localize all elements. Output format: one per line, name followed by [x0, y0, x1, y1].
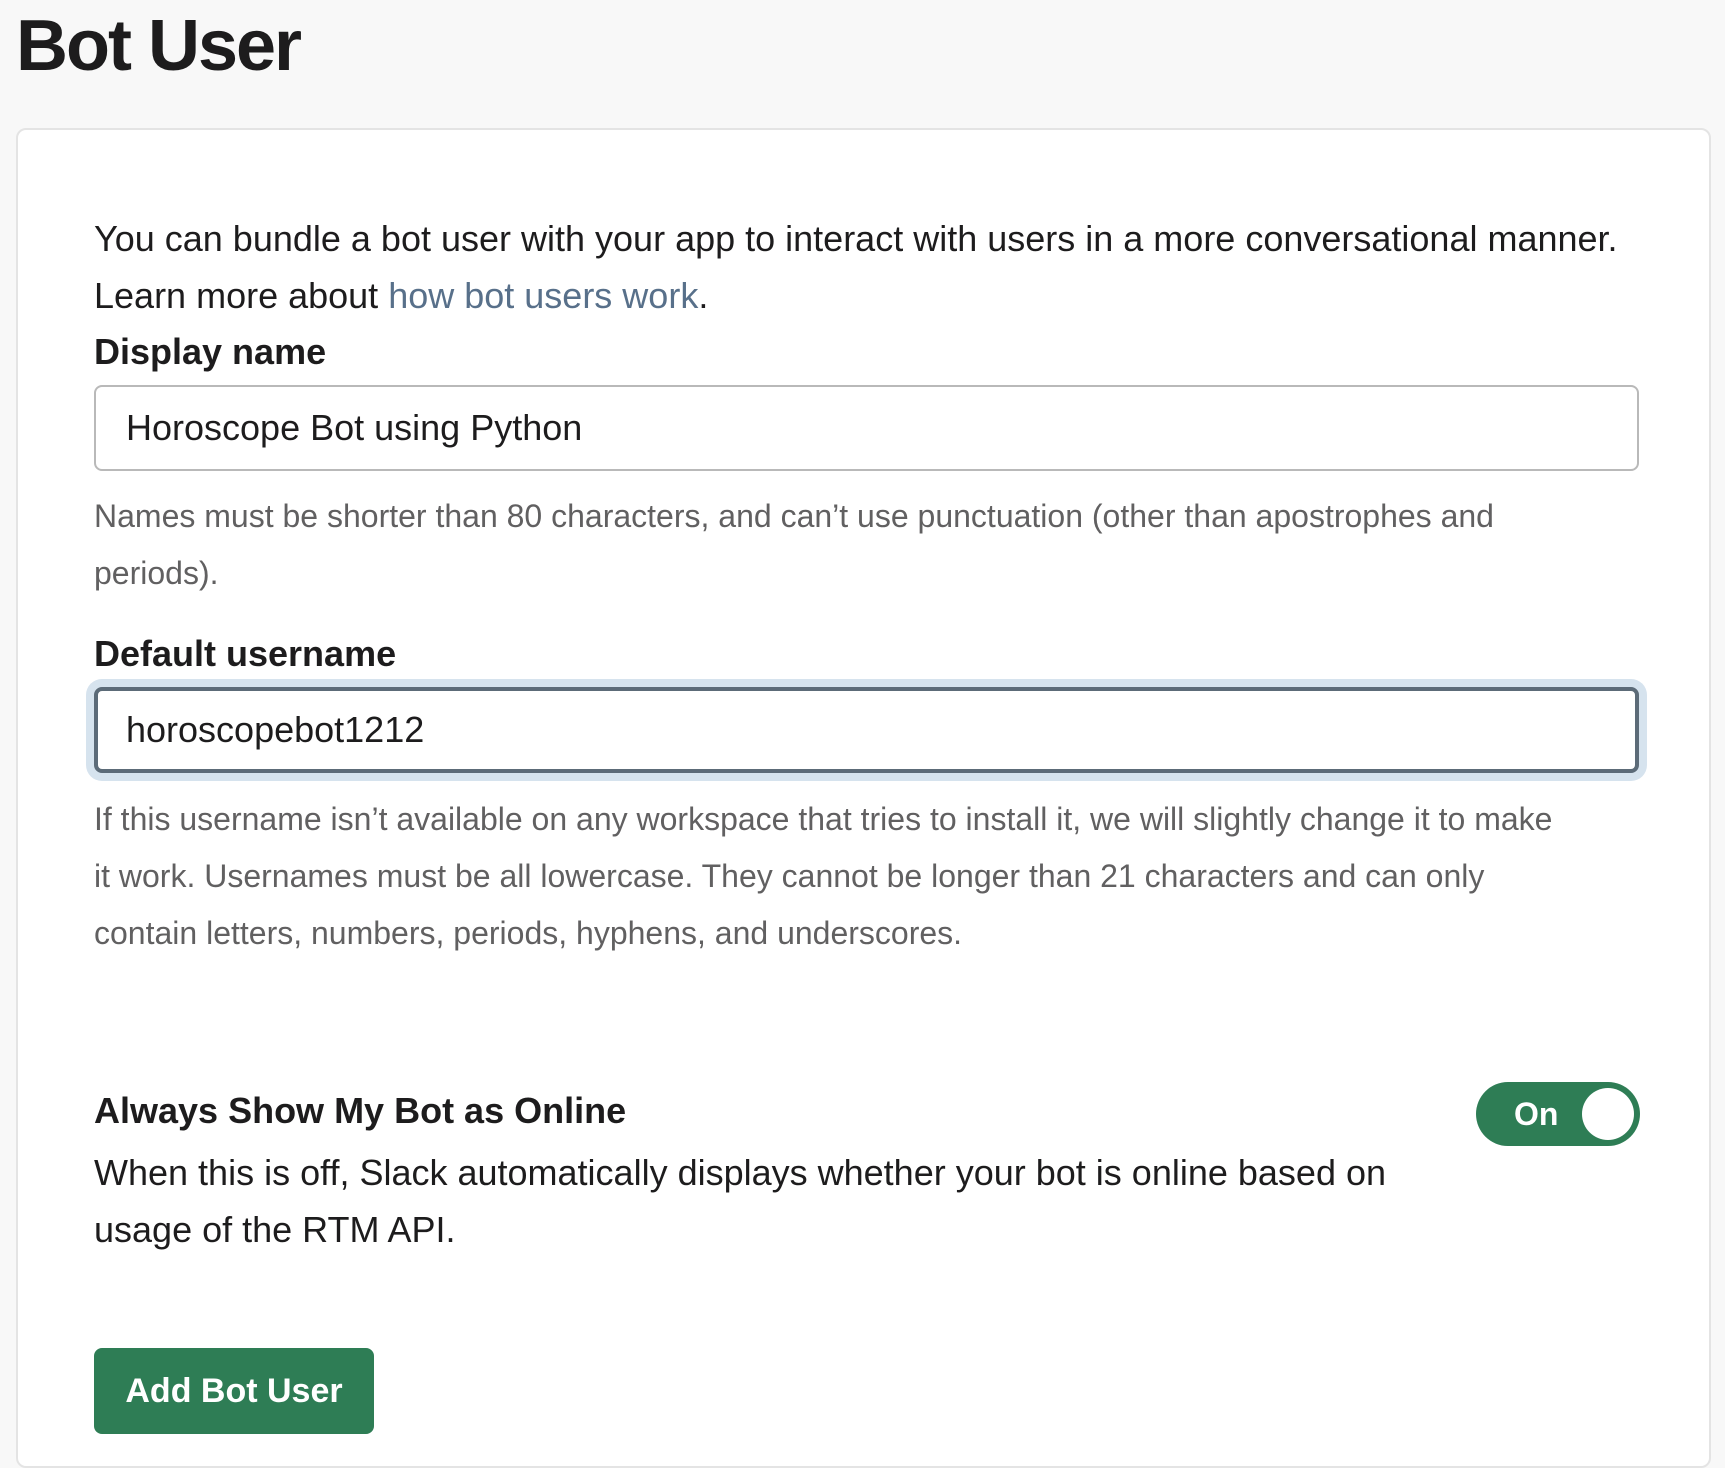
- always-online-toggle[interactable]: On: [1476, 1082, 1640, 1146]
- toggle-state-label: On: [1514, 1096, 1559, 1132]
- always-online-description: When this is off, Slack automatically di…: [94, 1152, 1387, 1250]
- toggle-knob: [1582, 1088, 1634, 1140]
- default-username-hint: If this username isn’t available on any …: [94, 801, 1553, 951]
- page-title: Bot User: [16, 6, 302, 86]
- bot-user-card: You can bundle a bot user with your app …: [16, 128, 1711, 1468]
- intro-text: You can bundle a bot user with your app …: [94, 210, 1654, 324]
- display-name-label: Display name: [94, 331, 327, 372]
- default-username-input[interactable]: [94, 687, 1639, 773]
- default-username-label: Default username: [94, 633, 397, 674]
- add-bot-user-button[interactable]: Add Bot User: [94, 1348, 374, 1434]
- display-name-input[interactable]: [94, 385, 1639, 471]
- bot-users-docs-link[interactable]: how bot users work: [388, 275, 698, 316]
- intro-text-lead: You can bundle a bot user with your app …: [94, 218, 1618, 316]
- display-name-hint: Names must be shorter than 80 characters…: [94, 498, 1494, 591]
- intro-text-trail: .: [698, 275, 709, 316]
- always-online-title: Always Show My Bot as Online: [94, 1090, 627, 1131]
